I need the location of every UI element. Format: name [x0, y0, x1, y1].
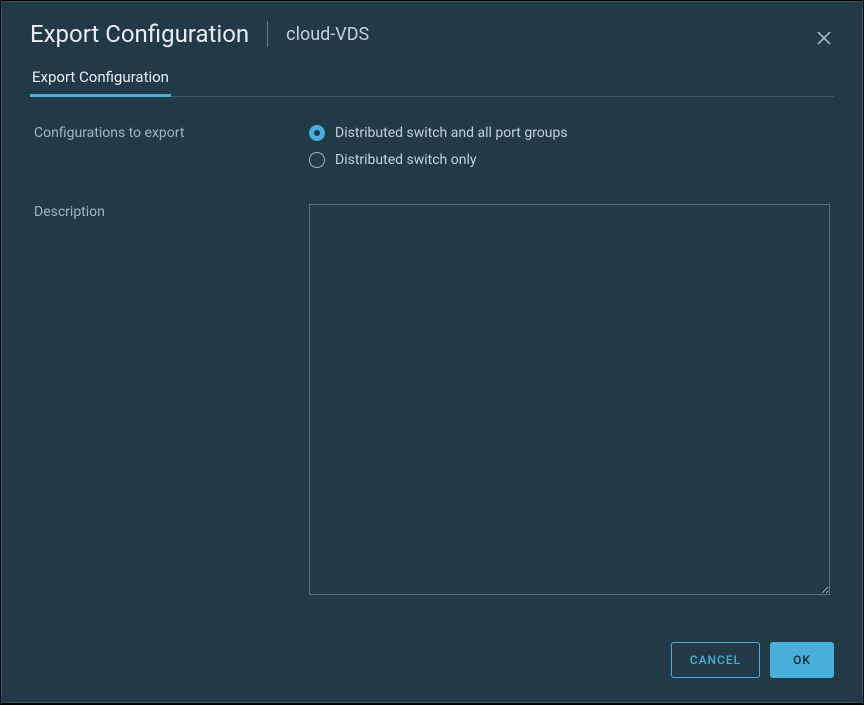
radio-option-switch-only[interactable]: Distributed switch only: [309, 152, 830, 168]
tab-export-configuration[interactable]: Export Configuration: [30, 68, 171, 96]
radio-option-all-port-groups[interactable]: Distributed switch and all port groups: [309, 125, 830, 141]
close-icon: [816, 30, 832, 46]
radio-label-all: Distributed switch and all port groups: [335, 125, 568, 141]
cancel-button[interactable]: CANCEL: [671, 642, 760, 678]
title-separator: [267, 21, 268, 47]
dialog-body: Configurations to export Distributed swi…: [2, 97, 862, 624]
dialog-header: Export Configuration cloud-VDS: [2, 2, 862, 58]
dialog-title: Export Configuration: [30, 20, 249, 48]
radio-label-switch-only: Distributed switch only: [335, 152, 476, 168]
form-row-configurations: Configurations to export Distributed swi…: [34, 125, 830, 168]
ok-button[interactable]: OK: [770, 642, 834, 678]
configurations-radio-group: Distributed switch and all port groups D…: [309, 125, 830, 168]
dialog-subtitle: cloud-VDS: [286, 24, 369, 45]
dialog-footer: CANCEL OK: [2, 624, 862, 702]
form-row-description: Description: [34, 204, 830, 599]
radio-icon: [309, 152, 325, 168]
export-configuration-dialog: Export Configuration cloud-VDS Export Co…: [1, 1, 863, 703]
close-button[interactable]: [814, 28, 834, 48]
radio-icon: [309, 125, 325, 141]
tab-bar: Export Configuration: [2, 58, 862, 97]
description-label: Description: [34, 204, 309, 220]
configurations-to-export-label: Configurations to export: [34, 125, 309, 168]
description-textarea[interactable]: [309, 204, 830, 595]
